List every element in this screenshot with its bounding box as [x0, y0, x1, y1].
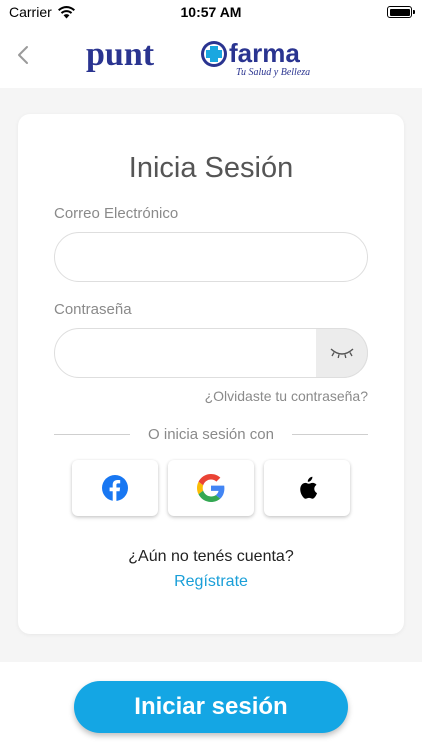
google-login-button[interactable] — [168, 460, 254, 516]
login-card: Inicia Sesión Correo Electrónico Contras… — [18, 114, 404, 634]
eye-closed-icon — [330, 348, 353, 359]
puntofarma-logo: punt farma Tu Salud y Belleza — [86, 36, 310, 78]
login-submit-button[interactable]: Iniciar sesión — [74, 681, 348, 733]
login-title: Inicia Sesión — [128, 152, 294, 184]
no-account-text: ¿Aún no tenés cuenta? — [128, 548, 294, 565]
apple-login-button[interactable] — [264, 460, 350, 516]
divider-line-left — [54, 433, 131, 435]
back-button[interactable] — [10, 40, 36, 70]
register-link[interactable]: Regístrate — [18, 573, 404, 591]
password-label: Contraseña — [54, 301, 132, 318]
social-login-row — [72, 460, 350, 516]
social-divider-text: O inicia sesión con — [148, 425, 274, 443]
apple-icon — [300, 476, 317, 499]
social-divider: O inicia sesión con — [54, 424, 368, 444]
logo-text-left: punt — [86, 36, 155, 73]
logo-tagline: Tu Salud y Belleza — [236, 67, 310, 78]
divider-line-right — [291, 433, 368, 435]
status-bar: Carrier 10:57 AM — [0, 0, 422, 26]
password-field-wrapper — [54, 328, 368, 378]
chevron-left-icon — [18, 46, 28, 64]
facebook-icon — [102, 475, 128, 501]
logo-text-right: farma — [229, 38, 300, 68]
bottom-action-area: Iniciar sesión — [0, 662, 422, 750]
facebook-login-button[interactable] — [72, 460, 158, 516]
google-icon — [197, 474, 225, 502]
toggle-password-visibility-button[interactable] — [316, 328, 368, 378]
email-field[interactable] — [54, 232, 368, 282]
forgot-password-link[interactable]: ¿Olvidaste tu contraseña? — [205, 388, 368, 404]
battery-icon — [387, 6, 415, 18]
app-header: punt farma Tu Salud y Belleza — [0, 26, 422, 88]
email-label: Correo Electrónico — [54, 205, 179, 222]
status-time: 10:57 AM — [180, 4, 242, 20]
